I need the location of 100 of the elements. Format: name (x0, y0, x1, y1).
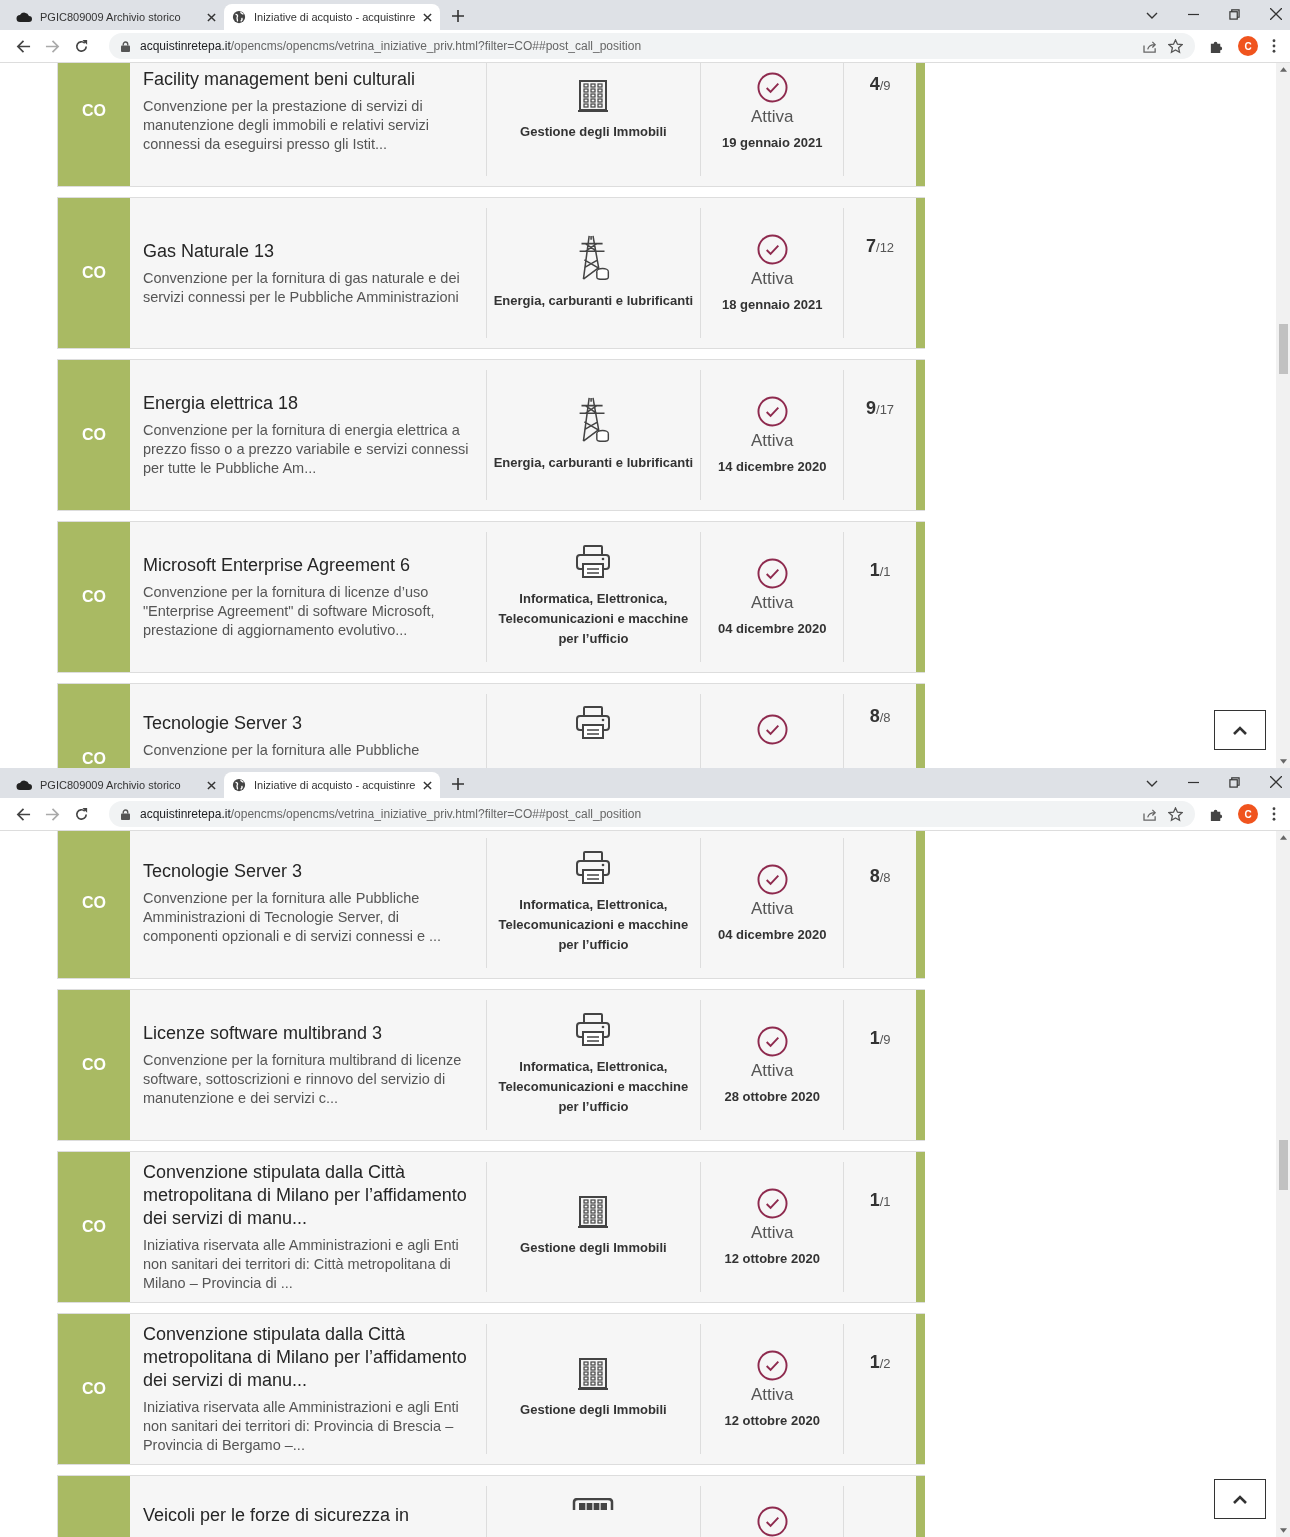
category-label: Gestione degli Immobili (519, 1401, 668, 1419)
initiative-title[interactable]: Tecnologie Server 3 (142, 860, 474, 883)
scrollbar[interactable] (1276, 831, 1290, 1537)
tab-search-icon[interactable] (1146, 780, 1158, 788)
initiative-description: Convenzione per la fornitura multibrand di licenze software, sottoscrizioni e rinnovo del servizio di manutenzione e dei servizi c... (142, 1051, 463, 1108)
building-icon (578, 1358, 609, 1390)
scroll-down-icon[interactable] (1279, 759, 1287, 764)
category-label: Informatica, Elettronica, Telecomunicazioni e macchine per l’ufficio (497, 590, 690, 648)
back-icon[interactable] (16, 806, 31, 822)
category-label: Gestione degli Immobili (519, 1239, 668, 1257)
status-label: Attiva (750, 107, 794, 127)
initiative-title[interactable]: Tecnologie Server 3 (142, 712, 474, 735)
share-icon[interactable] (1143, 807, 1158, 821)
reload-icon[interactable] (74, 38, 89, 54)
address-bar[interactable]: acquistinretepa.it/opencms/opencms/vetrina_iniziative_priv.html?filter=CO##post_call_position (109, 801, 1195, 827)
check-circle-icon (756, 1350, 788, 1381)
check-circle-icon (756, 396, 788, 427)
browser-tab[interactable]: PGIC809009 Archivio storico (8, 4, 224, 30)
lot-total: /2 (879, 1356, 891, 1371)
initiative-title[interactable]: Convenzione stipulata dalla Città metropolitana di Milano per l’affidamento dei servizi di manu... (142, 1161, 474, 1230)
initiative-description: Iniziativa riservata alle Amministrazioni e agli Enti non sanitari dei territori di: Città metropolitana di Milano – Provincia di ... (142, 1236, 460, 1293)
type-label: CO (81, 102, 106, 120)
restore-icon[interactable] (1229, 777, 1240, 788)
lot-total: /8 (879, 870, 891, 885)
printer-icon (575, 545, 612, 579)
new-tab-icon[interactable] (452, 10, 464, 22)
type-label: CO (81, 750, 106, 768)
initiative-card[interactable] (57, 359, 925, 511)
initiative-card[interactable] (57, 1151, 925, 1303)
scrollbar-thumb[interactable] (1278, 1140, 1288, 1190)
initiative-card[interactable] (57, 63, 925, 187)
type-label: CO (81, 1056, 106, 1074)
browser-tab[interactable]: PGIC809009 Archivio storico (8, 772, 224, 798)
lot-count: 4 (869, 74, 880, 94)
address-bar[interactable]: acquistinretepa.it/opencms/opencms/vetrina_iniziative_priv.html?filter=CO##post_call_position (109, 33, 1195, 59)
close-icon[interactable] (423, 780, 432, 790)
star-icon[interactable] (1168, 38, 1183, 54)
close-icon[interactable] (1270, 8, 1282, 20)
check-circle-icon (756, 234, 788, 265)
initiative-title[interactable]: Gas Naturale 13 (142, 239, 474, 263)
type-label: CO (81, 1380, 106, 1398)
browser-tab[interactable]: Iniziative di acquisto - acquistinre (224, 4, 440, 30)
building-icon (578, 80, 609, 112)
initiative-card[interactable] (57, 989, 925, 1141)
scroll-to-top-button[interactable] (1214, 1479, 1266, 1519)
new-tab-icon[interactable] (452, 778, 464, 790)
lock-icon (121, 40, 130, 52)
scroll-up-icon[interactable] (1279, 67, 1287, 72)
type-label: CO (81, 264, 106, 282)
initiative-title[interactable]: Convenzione stipulata dalla Città metropolitana di Milano per l’affidamento dei servizi di manu... (142, 1323, 474, 1392)
date-label: 18 gennaio 2021 (721, 297, 823, 312)
scroll-up-icon[interactable] (1279, 835, 1287, 840)
initiative-description: Iniziativa riservata alle Amministrazioni e agli Enti non sanitari dei territori di: Provincia di Brescia – Provincia di Bergamo –... (142, 1398, 460, 1455)
back-icon[interactable] (16, 38, 31, 54)
initiative-card[interactable]: Veicoli per le forze di sicurezza in (57, 1475, 925, 1537)
date-label: 04 dicembre 2020 (718, 927, 827, 942)
initiative-title[interactable]: Facility management beni culturali (142, 68, 474, 91)
initiative-title[interactable]: Veicoli per le forze di sicurezza in (142, 1504, 474, 1527)
initiative-card[interactable] (57, 831, 925, 979)
category-label: Informatica, Elettronica, Telecomunicazioni e macchine per l’ufficio (497, 896, 690, 954)
initiative-card[interactable]: CO Tecnologie Server 3 Convenzione per la fornitura alle Pubbliche 8/8 (57, 683, 925, 768)
close-icon[interactable] (1270, 776, 1282, 788)
close-icon[interactable] (207, 780, 216, 790)
initiative-card[interactable] (57, 1313, 925, 1465)
profile-avatar[interactable]: C (1238, 36, 1258, 56)
close-icon[interactable] (207, 12, 216, 22)
status-label: Attiva (750, 1061, 794, 1081)
lot-count: 8 (869, 866, 880, 886)
cloud-icon (16, 11, 32, 23)
printer-icon (575, 706, 612, 740)
initiative-card[interactable]: CO Gas Naturale 13 Convenzione per la fornitura di gas naturale e dei servizi connessi per le Pubbliche Amministrazioni Energia, carburanti e lubrificanti Attiva 18 gennaio 2021 7/12 (57, 197, 925, 349)
check-circle-icon (756, 714, 788, 745)
date-label: 19 gennaio 2021 (721, 135, 823, 150)
lot-count: 7 (866, 236, 877, 256)
scrollbar-thumb[interactable] (1278, 324, 1288, 374)
category-label: Energia, carburanti e lubrificanti (492, 454, 695, 472)
lot-total: /8 (879, 710, 891, 725)
type-label: CO (81, 426, 106, 444)
restore-icon[interactable] (1229, 9, 1240, 20)
initiative-title[interactable]: Energia elettrica 18 (142, 392, 474, 415)
category-label: Informatica, Elettronica, Telecomunicazioni e macchine per l’ufficio (497, 1058, 690, 1116)
cloud-icon (16, 779, 32, 791)
date-label: 12 ottobre 2020 (724, 1413, 820, 1428)
scroll-down-icon[interactable] (1279, 1528, 1287, 1533)
tab-search-icon[interactable] (1146, 12, 1158, 20)
initiative-title[interactable]: Microsoft Enterprise Agreement 6 (142, 554, 474, 577)
date-label: 28 ottobre 2020 (724, 1089, 820, 1104)
reload-icon[interactable] (74, 806, 89, 822)
scrollbar[interactable] (1276, 63, 1290, 768)
share-icon[interactable] (1143, 39, 1158, 53)
browser-tab[interactable]: Iniziative di acquisto - acquistinre (224, 772, 440, 798)
check-circle-icon (756, 1188, 788, 1219)
close-icon[interactable] (423, 12, 432, 22)
profile-avatar[interactable]: C (1238, 804, 1258, 824)
menu-icon[interactable] (1272, 807, 1276, 821)
menu-icon[interactable] (1272, 39, 1276, 53)
initiative-title[interactable]: Licenze software multibrand 3 (142, 1022, 474, 1045)
star-icon[interactable] (1168, 806, 1183, 822)
initiative-card[interactable] (57, 521, 925, 673)
scroll-to-top-button[interactable] (1214, 710, 1266, 750)
